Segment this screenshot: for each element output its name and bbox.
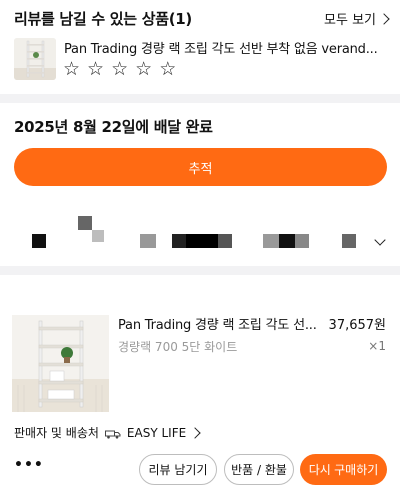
seller-info-link[interactable]: 판매자 및 배송처 EASY LIFE (14, 424, 201, 441)
delivery-status: 2025년 8월 22일에 배달 완료 (14, 118, 213, 136)
order-item-thumbnail[interactable] (12, 315, 109, 412)
delivery-truck-icon (104, 428, 121, 439)
rating-stars[interactable]: ☆ ☆ ☆ ☆ ☆ (63, 60, 176, 79)
order-item-quantity: ×1 (368, 339, 386, 353)
section-divider (0, 94, 400, 103)
order-item-name[interactable]: Pan Trading 경량 랙 조립 각도 선... (118, 314, 318, 333)
seller-label: 판매자 및 배송처 (14, 426, 99, 440)
review-product-title[interactable]: Pan Trading 경량 랙 조립 각도 선반 부착 없음 verand..… (64, 38, 389, 57)
return-refund-button[interactable]: 반품 / 환불 (224, 454, 294, 485)
chevron-right-icon (378, 12, 390, 25)
see-all-link[interactable]: 모두 보기 (324, 9, 390, 28)
track-button[interactable]: 추적 (14, 148, 387, 186)
write-review-button[interactable]: 리뷰 남기기 (139, 454, 217, 485)
review-product-thumbnail[interactable] (14, 38, 56, 80)
review-section-title: 리뷰를 남길 수 있는 상품(1) (14, 10, 192, 28)
order-item-option: 경량랙 700 5단 화이트 (118, 340, 238, 354)
star-empty-icon[interactable]: ☆ (135, 60, 152, 79)
star-empty-icon[interactable]: ☆ (63, 60, 80, 79)
section-divider (0, 266, 400, 275)
more-options-icon[interactable]: ••• (14, 457, 44, 473)
shelf-product-image (14, 38, 56, 80)
see-all-label: 모두 보기 (324, 13, 376, 28)
chevron-right-icon (189, 426, 201, 439)
buy-again-button[interactable]: 다시 구매하기 (300, 454, 387, 485)
seller-name: EASY LIFE (126, 425, 187, 440)
star-empty-icon[interactable]: ☆ (159, 60, 176, 79)
order-item-price: 37,657원 (328, 318, 386, 333)
shelf-product-image (12, 315, 109, 412)
star-empty-icon[interactable]: ☆ (111, 60, 128, 79)
star-empty-icon[interactable]: ☆ (87, 60, 104, 79)
redacted-tracking-info (0, 214, 400, 264)
